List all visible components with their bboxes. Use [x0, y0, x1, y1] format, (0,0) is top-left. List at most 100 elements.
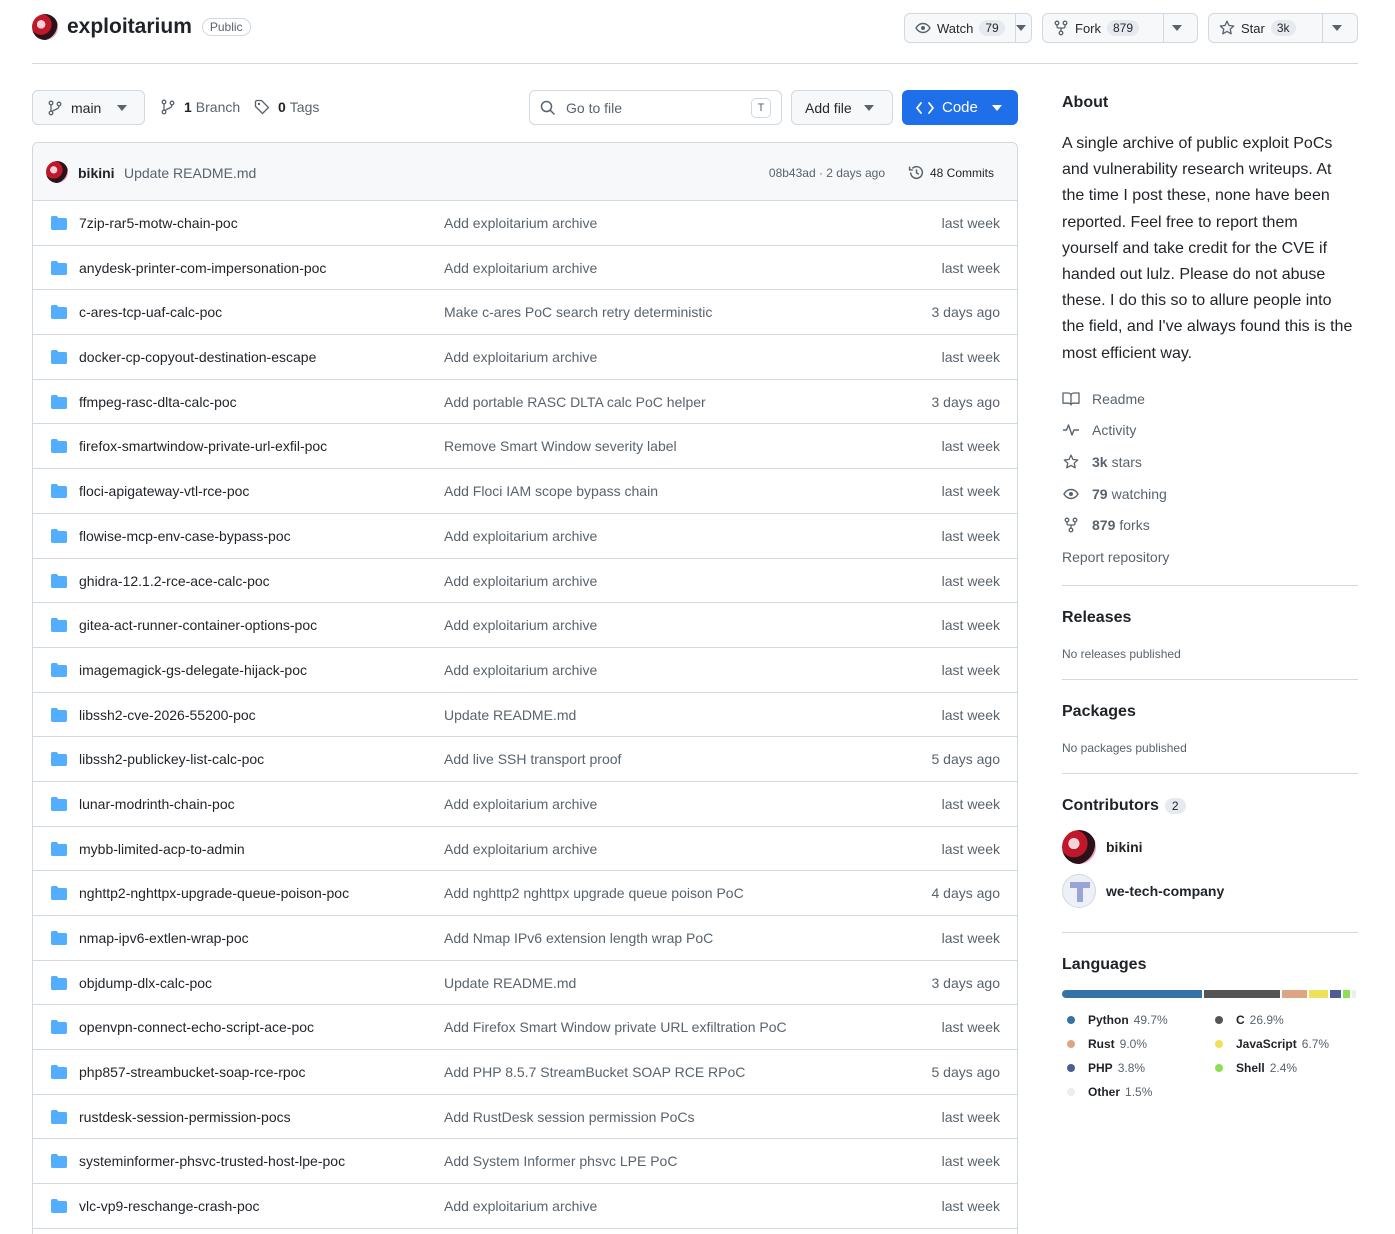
table-row[interactable]: c-ares-tcp-uaf-calc-poc Make c-ares PoC s…	[33, 290, 1017, 336]
report-repository-link[interactable]: Report repository	[1062, 541, 1358, 573]
go-to-file-input[interactable]: Go to file T	[529, 90, 782, 125]
language-item[interactable]: JavaScript 6.7%	[1210, 1032, 1358, 1056]
file-name[interactable]: nghttp2-nghttpx-upgrade-queue-poison-poc	[79, 885, 349, 901]
table-row[interactable]: ffmpeg-rasc-dlta-calc-poc Add portable RA…	[33, 380, 1017, 425]
language-bar-segment[interactable]	[1343, 989, 1350, 998]
file-commit-message[interactable]: Add Nmap IPv6 extension length wrap PoC	[444, 930, 713, 946]
file-name[interactable]: systeminformer-phsvc-trusted-host-lpe-po…	[79, 1153, 345, 1169]
file-name[interactable]: ghidra-12.1.2-rce-ace-calc-poc	[79, 573, 270, 589]
code-button[interactable]: Code	[902, 90, 1018, 125]
table-row[interactable]: objdump-dlx-calc-poc Update README.md 3 da…	[33, 961, 1017, 1006]
table-row[interactable]: libssh2-cve-2026-55200-poc Update README.…	[33, 693, 1017, 738]
table-row[interactable]: gitea-act-runner-container-options-poc Ad…	[33, 603, 1017, 648]
branches-link[interactable]: 1 Branch	[160, 99, 240, 115]
repo-name[interactable]: exploitarium	[67, 15, 192, 39]
packages-title[interactable]: Packages	[1062, 703, 1358, 721]
file-commit-message[interactable]: Make c-ares PoC search retry determinist…	[444, 304, 712, 320]
table-row[interactable]: vlc-vp9-reschange-crash-poc Add exploitar…	[33, 1184, 1017, 1229]
file-commit-message[interactable]: Add Firefox Smart Window private URL exf…	[444, 1019, 787, 1035]
branch-selector[interactable]: main	[32, 90, 145, 125]
file-name[interactable]: c-ares-tcp-uaf-calc-poc	[79, 304, 222, 320]
file-commit-message[interactable]: Add exploitarium archive	[444, 796, 597, 812]
language-item[interactable]: PHP 3.8%	[1062, 1056, 1210, 1080]
language-bar-segment[interactable]	[1204, 989, 1281, 998]
table-row[interactable]: openvpn-connect-echo-script-ace-poc Add F…	[33, 1005, 1017, 1051]
file-name[interactable]: libssh2-cve-2026-55200-poc	[79, 707, 256, 723]
readme-link[interactable]: Readme	[1062, 383, 1358, 415]
file-commit-message[interactable]: Add exploitarium archive	[444, 215, 597, 231]
file-commit-message[interactable]: Update README.md	[444, 975, 576, 991]
file-commit-message[interactable]: Add nghttp2 nghttpx upgrade queue poison…	[444, 885, 744, 901]
add-file-button[interactable]: Add file	[791, 90, 893, 125]
table-row[interactable]: libssh2-publickey-list-calc-poc Add live …	[33, 737, 1017, 782]
file-name[interactable]: imagemagick-gs-delegate-hijack-poc	[79, 662, 307, 678]
file-commit-message[interactable]: Update README.md	[444, 707, 576, 723]
file-commit-message[interactable]: Add exploitarium archive	[444, 349, 597, 365]
file-commit-message[interactable]: Add exploitarium archive	[444, 662, 597, 678]
star-dropdown[interactable]	[1323, 14, 1357, 42]
contributor-item[interactable]: bikini	[1062, 825, 1358, 869]
commit-author[interactable]: bikini	[78, 165, 115, 181]
file-commit-message[interactable]: Add exploitarium archive	[444, 1198, 597, 1214]
contributor-item[interactable]: we-tech-company	[1062, 869, 1358, 913]
language-item[interactable]: Shell 2.4%	[1210, 1056, 1358, 1080]
table-row[interactable]: systeminformer-phsvc-trusted-host-lpe-po…	[33, 1139, 1017, 1185]
commits-link[interactable]: 48 Commits	[908, 164, 994, 181]
file-commit-message[interactable]: Add PHP 8.5.7 StreamBucket SOAP RCE RPoC	[444, 1064, 745, 1080]
file-name[interactable]: openvpn-connect-echo-script-ace-poc	[79, 1019, 314, 1035]
table-row[interactable]: php857-streambucket-soap-rce-rpoc Add PHP…	[33, 1050, 1017, 1095]
file-name[interactable]: docker-cp-copyout-destination-escape	[79, 349, 316, 365]
releases-title[interactable]: Releases	[1062, 609, 1358, 627]
language-item[interactable]: Python 49.7%	[1062, 1008, 1210, 1032]
commit-sha-time[interactable]: 08b43ad · 2 days ago	[769, 166, 885, 180]
file-name[interactable]: rustdesk-session-permission-pocs	[79, 1109, 291, 1125]
table-row[interactable]: anydesk-printer-com-impersonation-poc Add…	[33, 246, 1017, 291]
activity-link[interactable]: Activity	[1062, 415, 1358, 447]
file-name[interactable]: libssh2-publickey-list-calc-poc	[79, 751, 264, 767]
file-name[interactable]: php857-streambucket-soap-rce-rpoc	[79, 1064, 305, 1080]
file-name[interactable]: mybb-limited-acp-to-admin	[79, 841, 245, 857]
file-commit-message[interactable]: Add live SSH transport proof	[444, 751, 621, 767]
table-row[interactable]: mybb-limited-acp-to-admin Add exploitariu…	[33, 827, 1017, 872]
language-bar-segment[interactable]	[1351, 989, 1356, 998]
table-row[interactable]: flowise-mcp-env-case-bypass-poc Add explo…	[33, 514, 1017, 559]
file-name[interactable]: 7zip-rar5-motw-chain-poc	[79, 215, 238, 231]
file-commit-message[interactable]: Remove Smart Window severity label	[444, 438, 677, 454]
avatar[interactable]	[46, 161, 68, 183]
language-bar-segment[interactable]	[1282, 989, 1308, 998]
fork-button[interactable]: Fork 879	[1043, 14, 1164, 42]
file-commit-message[interactable]: Add portable RASC DLTA calc PoC helper	[444, 394, 706, 410]
commit-message[interactable]: Update README.md	[124, 165, 256, 181]
table-row[interactable]: nghttp2-nghttpx-upgrade-queue-poison-poc…	[33, 871, 1017, 916]
file-commit-message[interactable]: Add exploitarium archive	[444, 617, 597, 633]
language-bar-segment[interactable]	[1330, 989, 1341, 998]
table-row[interactable]: 7zip-rar5-motw-chain-poc Add exploitarium…	[33, 201, 1017, 246]
table-row[interactable]: imagemagick-gs-delegate-hijack-poc Add ex…	[33, 648, 1017, 693]
file-name[interactable]: nmap-ipv6-extlen-wrap-poc	[79, 930, 249, 946]
language-item[interactable]: C 26.9%	[1210, 1008, 1358, 1032]
table-row[interactable]: rustdesk-session-permission-pocs Add Rust…	[33, 1095, 1017, 1140]
file-name[interactable]: objdump-dlx-calc-poc	[79, 975, 212, 991]
file-commit-message[interactable]: Add exploitarium archive	[444, 573, 597, 589]
file-name[interactable]: anydesk-printer-com-impersonation-poc	[79, 260, 326, 276]
file-name[interactable]: ffmpeg-rasc-dlta-calc-poc	[79, 394, 237, 410]
tags-link[interactable]: 0 Tags	[254, 99, 319, 115]
table-row[interactable]: lunar-modrinth-chain-poc Add exploitarium…	[33, 782, 1017, 827]
file-name[interactable]: flowise-mcp-env-case-bypass-poc	[79, 528, 291, 544]
language-item[interactable]: Other 1.5%	[1062, 1080, 1210, 1104]
table-row[interactable]: firefox-smartwindow-private-url-exfil-po…	[33, 424, 1017, 470]
watch-dropdown[interactable]	[1015, 14, 1032, 42]
table-row[interactable]: docker-cp-copyout-destination-escape Add …	[33, 335, 1017, 380]
language-bar-segment[interactable]	[1062, 989, 1203, 998]
file-name[interactable]: floci-apigateway-vtl-rce-poc	[79, 483, 249, 499]
language-bar-segment[interactable]	[1309, 989, 1329, 998]
file-commit-message[interactable]: Add exploitarium archive	[444, 260, 597, 276]
table-row[interactable]: floci-apigateway-vtl-rce-poc Add Floci IA…	[33, 469, 1017, 514]
file-name[interactable]: lunar-modrinth-chain-poc	[79, 796, 235, 812]
table-row[interactable]: nmap-ipv6-extlen-wrap-poc Add Nmap IPv6 e…	[33, 916, 1017, 961]
file-commit-message[interactable]: Add exploitarium archive	[444, 841, 597, 857]
file-commit-message[interactable]: Add Floci IAM scope bypass chain	[444, 483, 658, 499]
file-name[interactable]: firefox-smartwindow-private-url-exfil-po…	[79, 438, 327, 454]
owner-avatar[interactable]	[32, 14, 58, 40]
table-row[interactable]: ghidra-12.1.2-rce-ace-calc-poc Add exploi…	[33, 559, 1017, 604]
